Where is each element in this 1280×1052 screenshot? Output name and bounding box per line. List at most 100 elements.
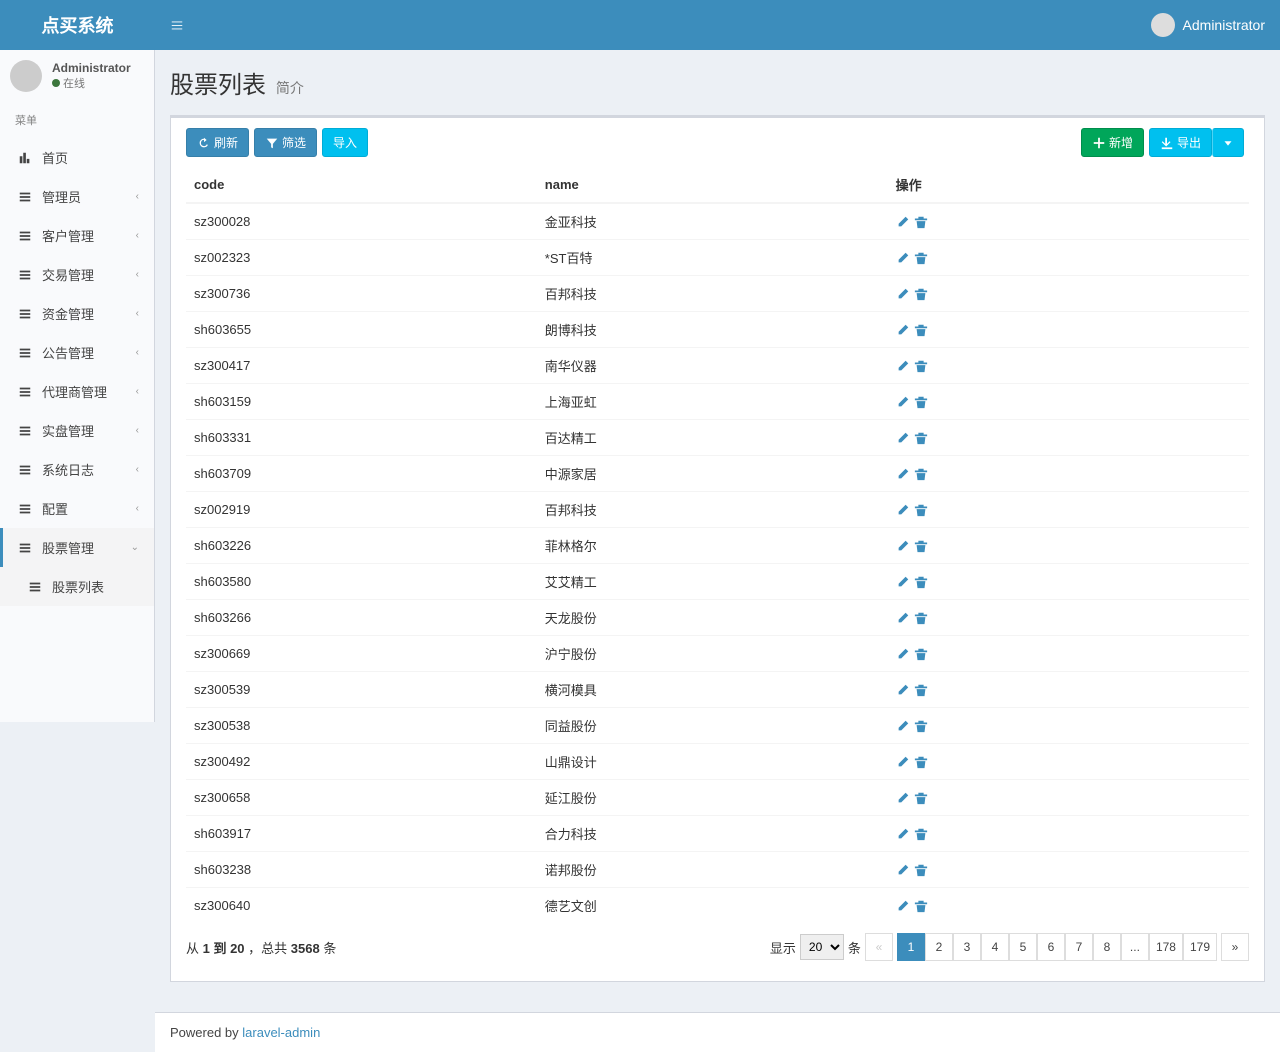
page-ellipsis: ... [1121,933,1149,961]
page-next[interactable]: » [1221,933,1249,961]
edit-button[interactable] [896,502,910,517]
sidebar-toggle[interactable] [155,0,199,50]
user-menu[interactable]: Administrator [1151,0,1280,50]
edit-button[interactable] [896,286,910,301]
sidebar-item-9[interactable]: 配置‹ [0,489,154,528]
page-7[interactable]: 7 [1065,933,1093,961]
edit-button[interactable] [896,214,910,229]
edit-button[interactable] [896,898,910,913]
sidebar-item-10[interactable]: 股票管理⌄ [0,528,154,567]
export-dropdown[interactable] [1212,128,1244,157]
logo[interactable]: 点买系统 [0,0,155,50]
edit-button[interactable] [896,358,910,373]
edit-button[interactable] [896,790,910,805]
refresh-button[interactable]: 刷新 [186,128,249,157]
chevron-left-icon: ‹ [136,425,139,436]
menu-label: 配置 [42,499,68,518]
filter-button[interactable]: 筛选 [254,128,317,157]
menu-header: 菜单 [0,102,154,138]
edit-icon [896,431,910,445]
cell-code: sz300028 [186,203,537,240]
delete-button[interactable] [914,250,928,265]
cell-code: sh603580 [186,564,537,600]
sidebar: Administrator 在线 菜单 首页管理员‹客户管理‹交易管理‹资金管理… [0,50,155,722]
cell-action [888,276,1249,312]
sidebar-item-7[interactable]: 实盘管理‹ [0,411,154,450]
trash-icon [914,647,928,661]
delete-button[interactable] [914,502,928,517]
delete-button[interactable] [914,394,928,409]
edit-button[interactable] [896,682,910,697]
footer-link[interactable]: laravel-admin [242,1025,320,1040]
sidebar-item-3[interactable]: 交易管理‹ [0,255,154,294]
menu-icon [18,462,36,477]
delete-button[interactable] [914,466,928,481]
delete-button[interactable] [914,826,928,841]
add-button[interactable]: 新增 [1081,128,1144,157]
cell-name: 朗博科技 [537,312,888,348]
sidebar-item-5[interactable]: 公告管理‹ [0,333,154,372]
edit-button[interactable] [896,826,910,841]
delete-button[interactable] [914,718,928,733]
page-5[interactable]: 5 [1009,933,1037,961]
sidebar-item-2[interactable]: 客户管理‹ [0,216,154,255]
edit-icon [896,323,910,337]
refresh-icon [197,136,211,150]
export-button[interactable]: 导出 [1149,128,1212,157]
delete-button[interactable] [914,430,928,445]
cell-name: 德艺文创 [537,888,888,924]
delete-button[interactable] [914,790,928,805]
edit-button[interactable] [896,574,910,589]
sidebar-item-6[interactable]: 代理商管理‹ [0,372,154,411]
sidebar-item-1[interactable]: 管理员‹ [0,177,154,216]
edit-button[interactable] [896,754,910,769]
sidebar-subitem[interactable]: 股票列表 [0,567,154,606]
col-name[interactable]: name [537,167,888,203]
edit-button[interactable] [896,430,910,445]
page-6[interactable]: 6 [1037,933,1065,961]
import-button[interactable]: 导入 [322,128,368,157]
edit-button[interactable] [896,646,910,661]
delete-button[interactable] [914,754,928,769]
edit-button[interactable] [896,394,910,409]
delete-button[interactable] [914,214,928,229]
col-code[interactable]: code [186,167,537,203]
edit-icon [896,359,910,373]
delete-button[interactable] [914,682,928,697]
menu-icon [18,540,36,555]
sidebar-item-4[interactable]: 资金管理‹ [0,294,154,333]
delete-button[interactable] [914,898,928,913]
edit-button[interactable] [896,250,910,265]
page-prev[interactable]: « [865,933,893,961]
delete-button[interactable] [914,286,928,301]
edit-button[interactable] [896,466,910,481]
page-3[interactable]: 3 [953,933,981,961]
sidebar-item-8[interactable]: 系统日志‹ [0,450,154,489]
page-179[interactable]: 179 [1183,933,1217,961]
page-title: 股票列表 [170,65,266,100]
page-4[interactable]: 4 [981,933,1009,961]
cell-code: sh603709 [186,456,537,492]
edit-button[interactable] [896,322,910,337]
page-size-select[interactable]: 20 [800,934,844,960]
edit-icon [896,827,910,841]
table-row: sh603580艾艾精工 [186,564,1249,600]
delete-button[interactable] [914,574,928,589]
edit-button[interactable] [896,718,910,733]
cell-name: 百邦科技 [537,492,888,528]
delete-button[interactable] [914,862,928,877]
edit-button[interactable] [896,862,910,877]
page-2[interactable]: 2 [925,933,953,961]
page-178[interactable]: 178 [1149,933,1183,961]
cell-code: sh603238 [186,852,537,888]
page-1[interactable]: 1 [897,933,925,961]
delete-button[interactable] [914,358,928,373]
delete-button[interactable] [914,646,928,661]
edit-button[interactable] [896,538,910,553]
sidebar-item-0[interactable]: 首页 [0,138,154,177]
delete-button[interactable] [914,610,928,625]
delete-button[interactable] [914,322,928,337]
page-8[interactable]: 8 [1093,933,1121,961]
delete-button[interactable] [914,538,928,553]
edit-button[interactable] [896,610,910,625]
